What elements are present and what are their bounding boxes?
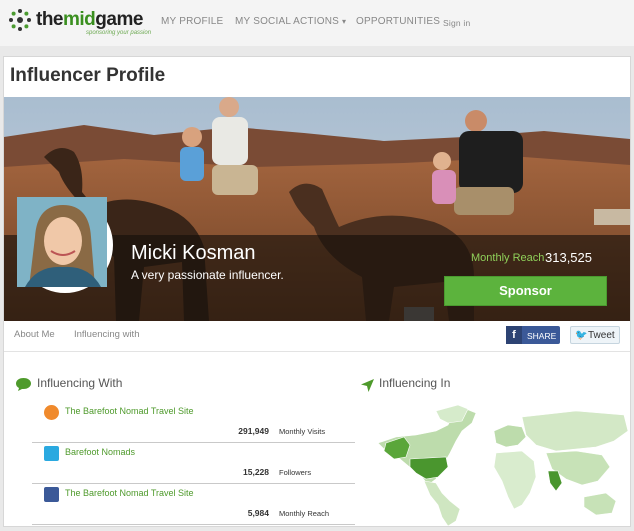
tab-influencing-with[interactable]: Influencing with (74, 329, 139, 340)
speech-bubble-icon (16, 378, 31, 391)
monthly-reach-value: 313,525 (545, 250, 592, 265)
facebook-icon (44, 487, 59, 502)
location-arrow-icon (361, 379, 374, 392)
twitter-icon (44, 446, 59, 461)
influence-item-unit: Monthly Reach (279, 509, 330, 518)
profile-tabs: About Me Influencing with f SHARE 🐦 Twee… (4, 321, 630, 352)
influence-item-value: 291,949 (238, 426, 269, 436)
influence-world-map[interactable] (376, 401, 629, 527)
page-title: Influencer Profile (10, 65, 166, 86)
influence-item-unit: Monthly Visits (279, 427, 326, 436)
logo-tagline: sponsoring your passion (86, 30, 152, 36)
influencing-in-title: Influencing In (379, 376, 451, 390)
tweet-button[interactable]: 🐦 Tweet (570, 326, 620, 344)
nav-my-social-actions[interactable]: MY SOCIAL ACTIONS ▾ (235, 16, 346, 27)
nav-my-social-actions-label: MY SOCIAL ACTIONS (235, 16, 339, 27)
avatar-image (17, 197, 107, 287)
world-map (377, 404, 629, 527)
blog-icon (44, 405, 59, 420)
facebook-icon: f (506, 326, 522, 344)
logo-word-the: the (36, 9, 64, 30)
influence-item[interactable]: The Barefoot Nomad Travel Site 5,984 Mon… (32, 483, 355, 525)
influence-item-name[interactable]: The Barefoot Nomad Travel Site (65, 406, 194, 416)
logo-dots-icon (9, 9, 31, 31)
facebook-share-button[interactable]: f SHARE (506, 326, 560, 344)
sign-in-link[interactable]: Sign in (443, 18, 470, 28)
avatar (17, 197, 113, 293)
themidgame-logo[interactable]: themidgame sponsoring your passion (8, 6, 152, 38)
share-label: SHARE (527, 331, 557, 341)
tweet-label: Tweet (588, 330, 615, 341)
influencer-name: Micki Kosman (131, 242, 256, 264)
sponsor-button[interactable]: Sponsor (444, 276, 607, 306)
nav-my-profile[interactable]: MY PROFILE (161, 16, 223, 27)
logo-word-mid: mid (63, 9, 96, 30)
monthly-reach-label: Monthly Reach (471, 252, 545, 264)
influencing-with-title: Influencing With (37, 376, 123, 390)
logo-word-game: game (95, 9, 143, 30)
profile-banner: Micki Kosman A very passionate influence… (4, 97, 630, 321)
influence-item[interactable]: Barefoot Nomads 15,228 Followers (32, 442, 355, 484)
twitter-bird-icon: 🐦 (575, 330, 588, 341)
chevron-down-icon: ▾ (341, 17, 347, 26)
avatar-photo (17, 197, 110, 290)
profile-card: Influencer Profile Micki Kosman A very p… (3, 56, 631, 527)
influence-item-value: 15,228 (243, 467, 269, 477)
influence-item-value: 5,984 (247, 508, 269, 518)
tab-about-me[interactable]: About Me (14, 329, 55, 340)
influence-item-name[interactable]: Barefoot Nomads (65, 447, 135, 457)
nav-opportunities[interactable]: OPPORTUNITIES (356, 16, 440, 27)
logo-wordmark: themidgame (36, 9, 143, 31)
influence-item-unit: Followers (279, 468, 312, 477)
influence-item-name[interactable]: The Barefoot Nomad Travel Site (65, 488, 194, 498)
top-navigation-bar: themidgame sponsoring your passion MY PR… (0, 0, 634, 46)
influencer-tagline: A very passionate influencer. (131, 268, 284, 282)
influence-item[interactable]: The Barefoot Nomad Travel Site 291,949 M… (32, 401, 355, 443)
